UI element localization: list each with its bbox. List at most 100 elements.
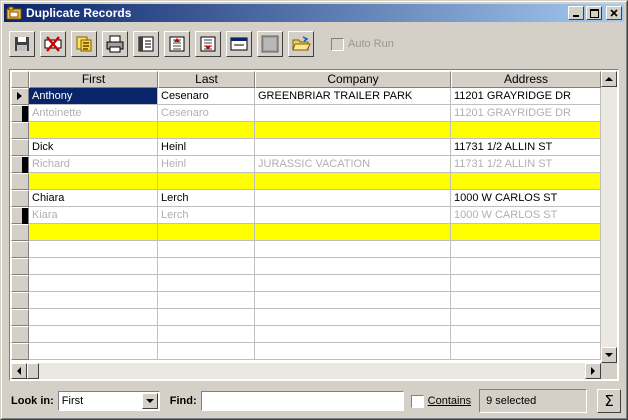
cell-company[interactable]: GREENBRIAR TRAILER PARK	[255, 88, 451, 105]
cell-first[interactable]	[29, 224, 158, 241]
scroll-down-button[interactable]	[601, 347, 617, 363]
cell-first[interactable]: Chiara	[29, 190, 158, 207]
cell-first[interactable]	[29, 173, 158, 190]
merge-down-button[interactable]	[195, 31, 221, 57]
cell-last[interactable]: Cesenaro	[158, 105, 255, 122]
cell-last[interactable]	[158, 224, 255, 241]
cell-address[interactable]	[451, 275, 601, 292]
cell-address[interactable]: 11731 1/2 ALLIN ST	[451, 139, 601, 156]
table-row[interactable]: Kiara Lerch 1000 W CARLOS ST	[11, 207, 601, 224]
cell-first[interactable]: Kiara	[29, 207, 158, 224]
cell-last[interactable]	[158, 343, 255, 360]
row-selector[interactable]	[11, 258, 29, 275]
row-selector[interactable]	[11, 309, 29, 326]
table-row[interactable]	[11, 309, 601, 326]
scroll-up-button[interactable]	[601, 71, 617, 87]
table-row[interactable]	[11, 292, 601, 309]
cell-company[interactable]	[255, 275, 451, 292]
grid-view-button[interactable]	[257, 31, 283, 57]
cell-address[interactable]	[451, 258, 601, 275]
column-header-first[interactable]: First	[29, 71, 158, 88]
scroll-right-button[interactable]	[585, 363, 601, 379]
table-row[interactable]	[11, 343, 601, 360]
cell-first[interactable]: Richard	[29, 156, 158, 173]
column-header-address[interactable]: Address	[451, 71, 601, 88]
cell-company[interactable]	[255, 173, 451, 190]
cell-address[interactable]	[451, 122, 601, 139]
horizontal-scrollbar[interactable]	[11, 363, 601, 379]
row-selector[interactable]	[11, 224, 29, 241]
group-separator-row[interactable]	[11, 224, 601, 241]
cell-company[interactable]	[255, 139, 451, 156]
cell-address[interactable]: 11731 1/2 ALLIN ST	[451, 156, 601, 173]
cell-last[interactable]	[158, 275, 255, 292]
cell-last[interactable]: Lerch	[158, 190, 255, 207]
look-in-dropdown-button[interactable]	[141, 393, 158, 409]
cell-last[interactable]	[158, 326, 255, 343]
cell-last[interactable]: Cesenaro	[158, 88, 255, 105]
delete-marked-button[interactable]	[40, 31, 66, 57]
group-separator-row[interactable]	[11, 173, 601, 190]
cell-last[interactable]: Heinl	[158, 156, 255, 173]
cell-company[interactable]	[255, 241, 451, 258]
cell-first[interactable]	[29, 241, 158, 258]
cell-company[interactable]: JURASSIC VACATION	[255, 156, 451, 173]
find-input[interactable]	[200, 391, 404, 411]
cell-address[interactable]: 11201 GRAYRIDGE DR	[451, 88, 601, 105]
horizontal-scroll-thumb[interactable]	[27, 363, 39, 379]
cell-address[interactable]: 1000 W CARLOS ST	[451, 190, 601, 207]
header-corner[interactable]	[11, 71, 29, 88]
cell-address[interactable]	[451, 326, 601, 343]
cell-first[interactable]	[29, 343, 158, 360]
merge-up-button[interactable]	[164, 31, 190, 57]
contains-checkbox-box[interactable]	[410, 394, 424, 408]
form-view-button[interactable]	[226, 31, 252, 57]
row-selector[interactable]	[11, 122, 29, 139]
sum-button[interactable]: Σ	[597, 389, 622, 413]
cell-company[interactable]	[255, 207, 451, 224]
cell-company[interactable]	[255, 190, 451, 207]
cell-address[interactable]	[451, 224, 601, 241]
print-button[interactable]	[102, 31, 128, 57]
row-selector[interactable]	[11, 292, 29, 309]
table-row[interactable]	[11, 326, 601, 343]
maximize-button[interactable]	[586, 6, 602, 20]
cell-company[interactable]	[255, 292, 451, 309]
cell-last[interactable]: Lerch	[158, 207, 255, 224]
cell-address[interactable]: 11201 GRAYRIDGE DR	[451, 105, 601, 122]
view-record-button[interactable]	[133, 31, 159, 57]
cell-address[interactable]	[451, 343, 601, 360]
cell-first[interactable]	[29, 275, 158, 292]
cell-company[interactable]	[255, 343, 451, 360]
cell-first[interactable]	[29, 292, 158, 309]
cell-company[interactable]	[255, 122, 451, 139]
table-row[interactable]: Dick Heinl 11731 1/2 ALLIN ST	[11, 139, 601, 156]
row-selector[interactable]	[11, 275, 29, 292]
cell-address[interactable]	[451, 292, 601, 309]
cell-company[interactable]	[255, 105, 451, 122]
copy-records-button[interactable]	[71, 31, 97, 57]
cell-first[interactable]	[29, 258, 158, 275]
cell-address[interactable]: 1000 W CARLOS ST	[451, 207, 601, 224]
cell-company[interactable]	[255, 224, 451, 241]
row-selector[interactable]	[11, 156, 29, 173]
table-row[interactable]	[11, 241, 601, 258]
cell-last[interactable]: Heinl	[158, 139, 255, 156]
cell-first[interactable]	[29, 326, 158, 343]
auto-run-checkbox-box[interactable]	[331, 37, 344, 51]
cell-address[interactable]	[451, 309, 601, 326]
row-selector[interactable]	[11, 139, 29, 156]
column-header-last[interactable]: Last	[158, 71, 255, 88]
close-button[interactable]	[606, 6, 622, 20]
table-row[interactable]	[11, 258, 601, 275]
group-separator-row[interactable]	[11, 122, 601, 139]
vertical-scrollbar[interactable]	[601, 71, 617, 363]
cell-company[interactable]	[255, 258, 451, 275]
table-row[interactable]: Antoinette Cesenaro 11201 GRAYRIDGE DR	[11, 105, 601, 122]
cell-last[interactable]	[158, 292, 255, 309]
row-selector[interactable]	[11, 88, 29, 105]
row-selector[interactable]	[11, 326, 29, 343]
table-row[interactable]: Chiara Lerch 1000 W CARLOS ST	[11, 190, 601, 207]
scroll-left-button[interactable]	[11, 363, 27, 379]
cell-first[interactable]	[29, 309, 158, 326]
